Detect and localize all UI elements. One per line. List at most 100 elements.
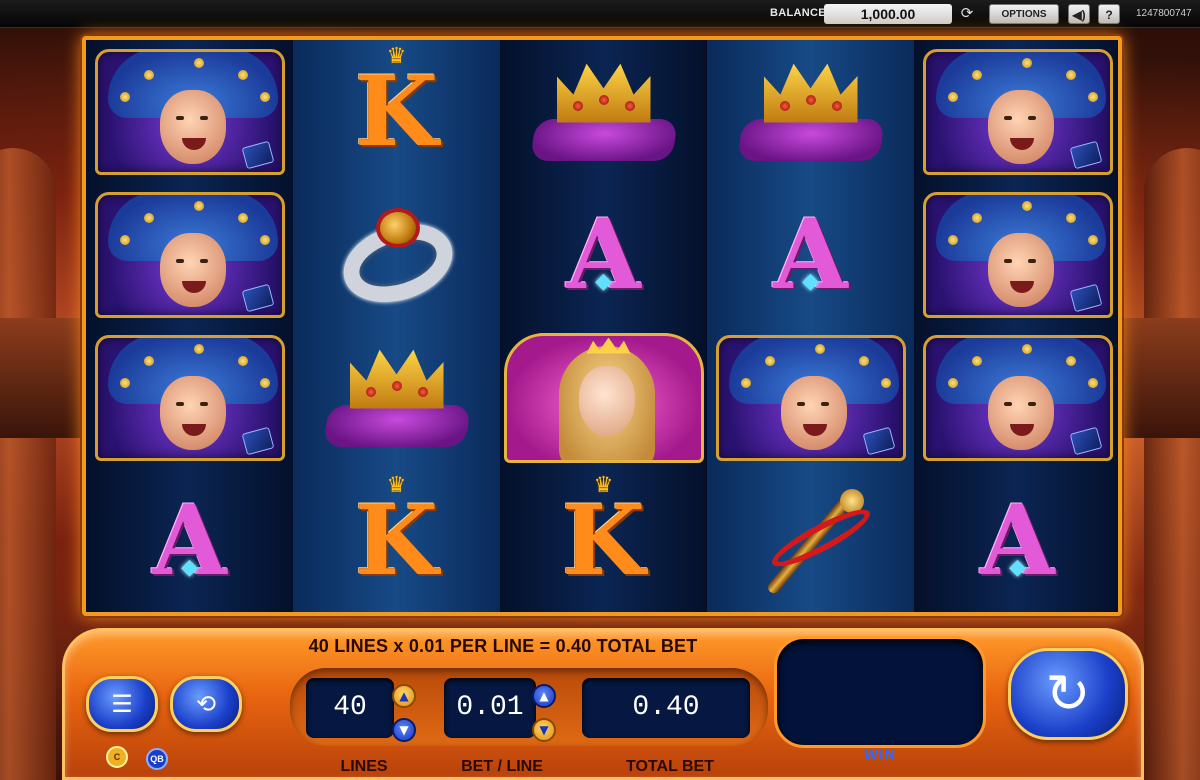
reel-cell [707,40,914,183]
jester-bell [1021,200,1032,211]
jester-bell [971,69,982,80]
crown-jewel [365,386,376,397]
lines-up-button[interactable]: ▲ [392,684,416,708]
jester-mouth [181,280,206,293]
crown [763,63,858,123]
king-symbol: K ♛ [354,472,439,597]
bet-per-line-label: BET / LINE [461,758,543,775]
coin-badge[interactable]: C [106,746,128,768]
jester-face [987,232,1054,307]
ace-symbol: A ◆ [566,197,641,311]
reel-cell [293,326,500,469]
jester-bell [971,355,982,366]
options-button[interactable]: OPTIONS [989,4,1059,24]
jester-bell [1065,69,1076,80]
crown-jewel [831,100,842,111]
reel-cell: K ♛ [500,469,707,612]
jester-card [1069,283,1102,312]
reel-cell [293,183,500,326]
reel-cell: A ◆ [707,183,914,326]
jester-mouth [181,423,206,436]
jester-face [780,375,847,450]
jester-face [159,375,226,450]
reel-cell: A ◆ [86,469,293,612]
total-bet-display: 0.40 [582,678,750,738]
balance-value: 1,000.00 [824,4,952,24]
jester-mouth [1009,423,1034,436]
ace-symbol: A ◆ [773,197,848,311]
jester-bell [764,355,775,366]
jester-bell [193,57,204,68]
crown-jewel [779,100,790,111]
crown-pillow-symbol [322,343,472,453]
crown [349,349,444,409]
princess-tiara [586,337,631,354]
crown-pillow-symbol [529,57,679,167]
quickbet-badge[interactable]: QB [146,748,168,770]
autoplay-button[interactable]: ⟲ [170,676,242,732]
jester-eye [1027,115,1036,120]
jester-card [1069,140,1102,169]
lines-down-button[interactable]: ▼ [392,718,416,742]
jester-eye [796,401,805,406]
reel-cell [914,326,1118,469]
paytable-button[interactable]: ☰ [86,676,158,732]
jester-bell [858,355,869,366]
scepter-ribbon [765,500,876,575]
jester-mouth [1009,280,1034,293]
pillar-left [0,318,90,438]
princess-face [578,365,635,436]
arch-right [1144,148,1200,780]
ace-symbol: A ◆ [152,483,227,597]
jester-card [862,426,895,455]
crown-jewel [598,94,609,105]
crown-icon: ♛ [593,472,614,498]
jester-eye [199,401,208,406]
jester-bell [880,377,891,388]
bet-up-button[interactable]: ▲ [532,684,556,708]
princess-symbol [503,332,704,463]
reel-cell: K ♛ [293,40,500,183]
jester-bell [1021,57,1032,68]
autoplay-icon: ⟲ [195,690,217,718]
reel-cell [86,183,293,326]
jester-bell [259,377,270,388]
crown-icon: ♛ [386,43,407,69]
jester-bell [1087,234,1098,245]
help-button[interactable]: ? [1098,4,1120,24]
crown-jewel [624,100,635,111]
jester-eye [175,258,184,263]
refresh-icon[interactable]: ⟳ [958,5,976,23]
reel-cell [500,326,707,469]
jester-bell [143,355,154,366]
jester-eye [1003,401,1012,406]
speaker-icon[interactable]: ◀) [1068,4,1090,24]
reel-frame: A ◆ K ♛ K ♛ A ◆ K ♛ A ◆ A ◆ [82,36,1122,616]
jester-symbol [94,334,285,461]
jester-card [241,283,274,312]
jester-mouth [802,423,827,436]
bet-down-button[interactable]: ▼ [532,718,556,742]
jester-bell [259,234,270,245]
reel-cell: K ♛ [293,469,500,612]
jester-face [987,375,1054,450]
jester-bell [1087,91,1098,102]
jester-symbol [94,48,285,175]
paytable-icon: ☰ [111,690,133,718]
spin-button[interactable]: ↻ [1008,648,1128,740]
jester-face [159,232,226,307]
reel-cell: A ◆ [500,183,707,326]
jester-bell [237,212,248,223]
jester-bell [971,212,982,223]
crown-jewel [572,100,583,111]
crown-jewel [805,94,816,105]
ace-symbol: A ◆ [980,483,1055,597]
jester-card [241,140,274,169]
jester-eye [820,401,829,406]
reel-cell: A ◆ [914,469,1118,612]
jester-bell [1087,377,1098,388]
jester-eye [1027,258,1036,263]
jester-eye [199,115,208,120]
jester-symbol [922,48,1113,175]
ring-symbol [332,200,463,315]
